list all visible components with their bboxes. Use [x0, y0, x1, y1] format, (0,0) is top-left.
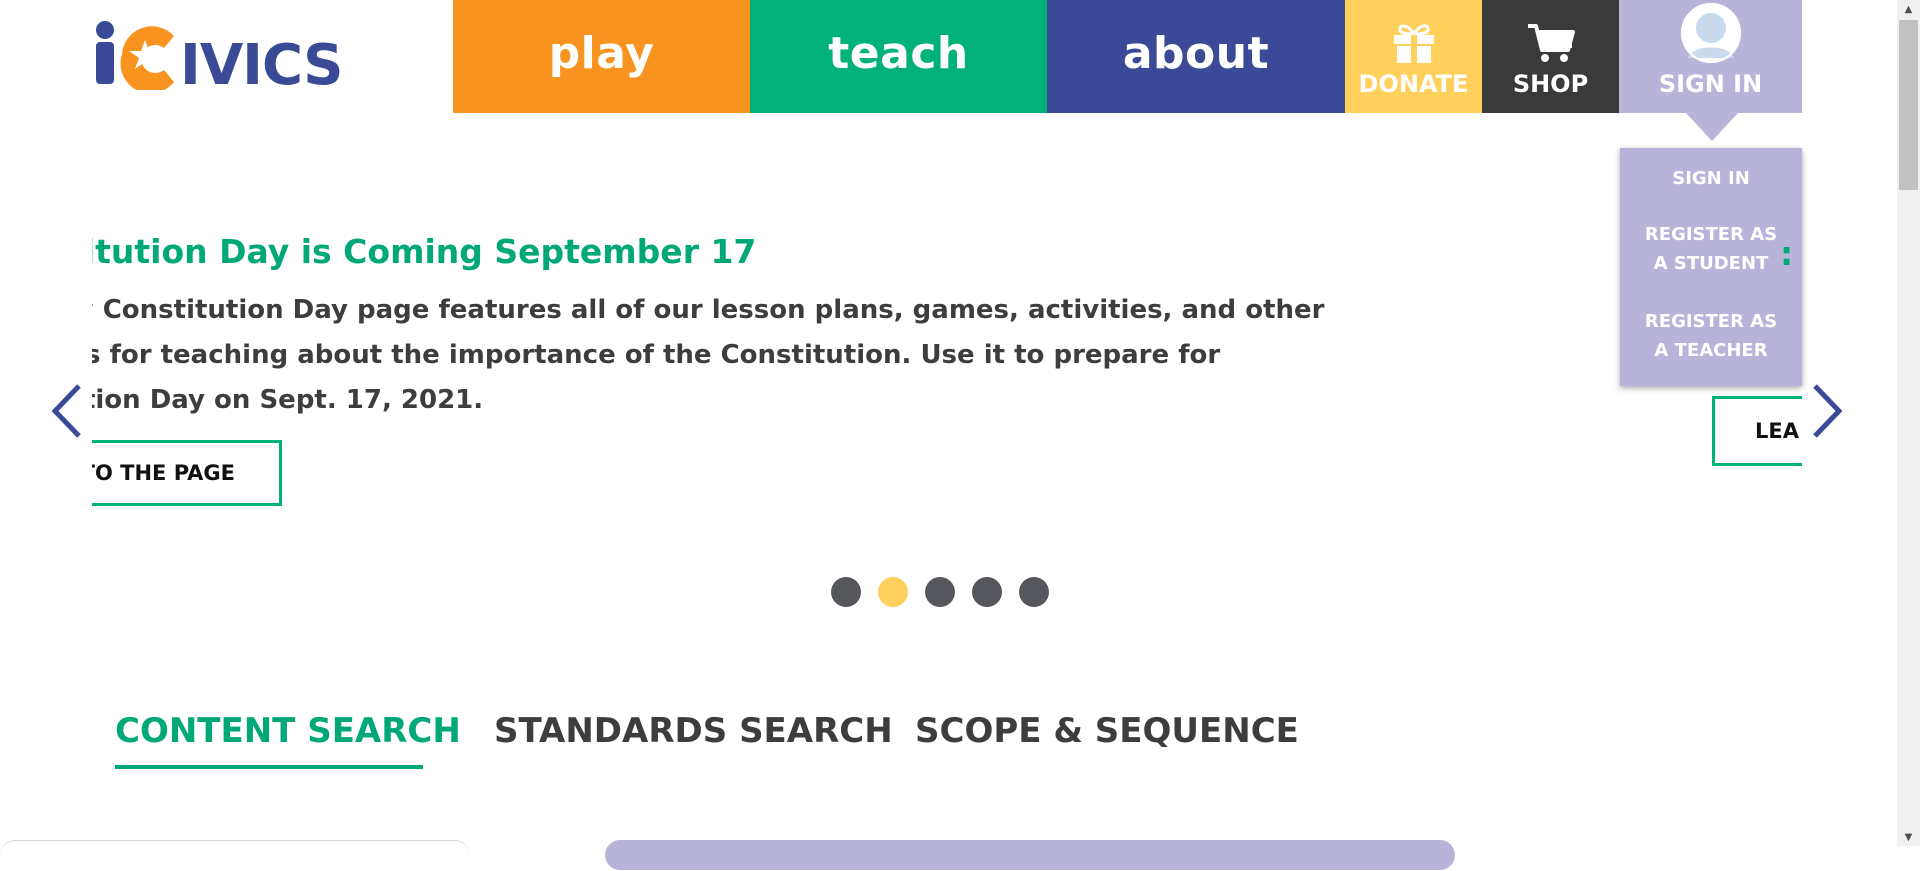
next-slide-learn-button[interactable]: LEA — [1712, 396, 1802, 466]
go-to-page-button[interactable]: TO THE PAGE — [92, 440, 282, 506]
carousel-dot-4[interactable] — [972, 577, 1002, 607]
nav-sign-in[interactable]: SIGN IN — [1619, 0, 1802, 113]
slide-body-line: ew Constitution Day page features all of… — [92, 295, 1325, 325]
icivics-logo[interactable]: IVICS — [92, 18, 382, 90]
chevron-left-icon — [51, 384, 81, 438]
nav-donate[interactable]: DONATE — [1345, 0, 1482, 113]
svg-text:IVICS: IVICS — [180, 33, 342, 90]
carousel-dot-5[interactable] — [1019, 577, 1049, 607]
nav-shop[interactable]: SHOP — [1482, 0, 1619, 113]
carousel-dots — [831, 577, 1049, 607]
next-slide-title: : — [1780, 234, 1794, 273]
tab-scope-sequence[interactable]: SCOPE & SEQUENCE — [915, 711, 1299, 751]
donate-label: DONATE — [1358, 69, 1469, 98]
hero-carousel: titution Day is Coming September 17 ew C… — [92, 200, 1802, 530]
scroll-down-icon[interactable]: ▼ — [1897, 828, 1920, 846]
dropdown-sign-in[interactable]: SIGN IN — [1636, 164, 1786, 193]
active-tab-underline — [115, 765, 423, 769]
nav-about[interactable]: about — [1047, 0, 1345, 113]
slide-body: ew Constitution Day page features all of… — [92, 288, 1325, 423]
sign-in-label: SIGN IN — [1658, 69, 1763, 98]
scrollbar-thumb[interactable] — [1899, 20, 1918, 190]
slide-title: titution Day is Coming September 17 — [92, 232, 757, 271]
search-panel-edge — [0, 840, 470, 871]
scroll-up-icon[interactable]: ▲ — [1897, 0, 1920, 18]
logo-graphic: IVICS — [96, 21, 343, 90]
nav-teach[interactable]: teach — [750, 0, 1047, 113]
sign-in-caret — [1686, 113, 1738, 141]
carousel-next-arrow[interactable] — [1808, 378, 1848, 444]
shop-label: SHOP — [1512, 69, 1589, 98]
cart-icon — [1526, 20, 1576, 64]
slide-body-line: tution Day on Sept. 17, 2021. — [92, 385, 484, 415]
gift-icon — [1391, 20, 1437, 64]
carousel-dot-1[interactable] — [831, 577, 861, 607]
tab-content-search[interactable]: CONTENT SEARCH — [115, 711, 461, 751]
slide-body-line: ces for teaching about the importance of… — [92, 340, 1221, 370]
nav-play[interactable]: play — [453, 0, 750, 113]
carousel-dot-3[interactable] — [925, 577, 955, 607]
tab-standards-search[interactable]: STANDARDS SEARCH — [494, 711, 893, 751]
carousel-dot-2[interactable] — [878, 577, 908, 607]
search-card-edge — [605, 840, 1455, 870]
user-avatar-icon — [1680, 2, 1742, 64]
chevron-right-icon — [1813, 384, 1843, 438]
carousel-prev-arrow[interactable] — [46, 378, 86, 444]
